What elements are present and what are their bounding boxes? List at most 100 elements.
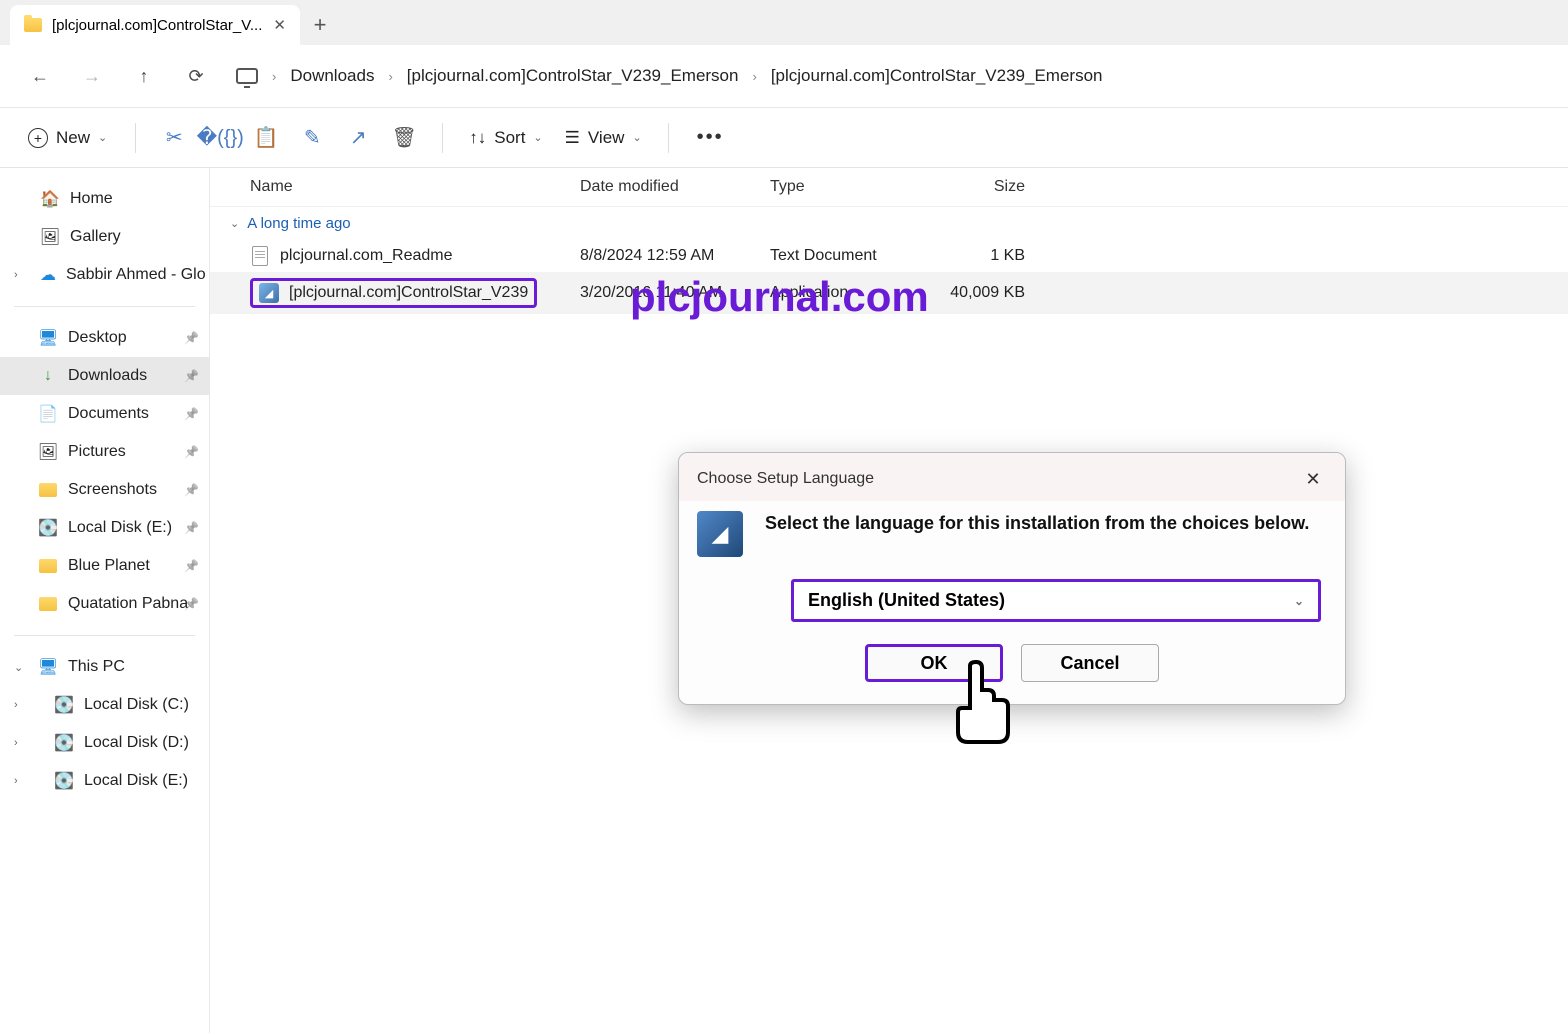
sidebar-item-label: Pictures <box>68 443 126 461</box>
sidebar-item-label: Local Disk (C:) <box>84 696 189 714</box>
close-icon[interactable]: ✕ <box>273 16 286 34</box>
dialog-message: Select the language for this installatio… <box>765 511 1309 535</box>
divider <box>14 635 195 636</box>
file-row-readme[interactable]: plcjournal.com_Readme 8/8/2024 12:59 AM … <box>210 240 1568 272</box>
sidebar-item-label: Local Disk (D:) <box>84 734 189 752</box>
sidebar-item-blue-planet[interactable]: Blue Planet <box>0 547 209 585</box>
back-button[interactable]: ← <box>18 54 62 98</box>
sidebar-item-downloads[interactable]: ↓Downloads <box>0 357 209 395</box>
chevron-right-icon: › <box>272 69 276 84</box>
refresh-button[interactable]: ⟳ <box>174 54 218 98</box>
chevron-right-icon[interactable]: › <box>14 699 18 711</box>
paste-button[interactable]: 📋 <box>244 116 288 160</box>
chevron-down-icon: ⌄ <box>98 131 107 144</box>
file-type: Text Document <box>770 247 925 265</box>
column-date[interactable]: Date modified <box>580 178 770 196</box>
action-toolbar: + New ⌄ ✂ �({}) 📋 ✎ ↗ 🗑 ↑↓ Sort ⌄ ☰ View… <box>0 108 1568 168</box>
breadcrumb-item[interactable]: [plcjournal.com]ControlStar_V239_Emerson <box>771 66 1103 86</box>
tab-bar: [plcjournal.com]ControlStar_V... ✕ + <box>0 0 1568 45</box>
file-date: 8/8/2024 12:59 AM <box>580 247 770 265</box>
chevron-down-icon: ⌄ <box>230 217 239 230</box>
sidebar-item-local-disk-e[interactable]: 💽Local Disk (E:) <box>0 509 209 547</box>
downloads-icon: ↓ <box>38 366 58 386</box>
view-icon: ☰ <box>565 128 580 148</box>
sidebar-item-documents[interactable]: 📄Documents <box>0 395 209 433</box>
view-label: View <box>588 128 625 148</box>
view-button[interactable]: ☰ View ⌄ <box>555 122 652 154</box>
sidebar-item-drive-c[interactable]: › 💽 Local Disk (C:) <box>0 686 209 724</box>
disk-icon: 💽 <box>54 771 74 791</box>
sidebar-item-onedrive[interactable]: ›☁Sabbir Ahmed - Glo <box>0 256 209 294</box>
rename-button[interactable]: ✎ <box>290 116 334 160</box>
chevron-right-icon[interactable]: › <box>14 269 18 281</box>
sidebar-item-desktop[interactable]: 🖥Desktop <box>0 319 209 357</box>
gallery-icon: 🖼 <box>40 227 60 247</box>
column-type[interactable]: Type <box>770 178 925 196</box>
setup-language-dialog: Choose Setup Language ✕ ◢ Select the lan… <box>678 452 1346 705</box>
sidebar: 🏠Home 🖼Gallery ›☁Sabbir Ahmed - Glo 🖥Des… <box>0 168 210 1033</box>
delete-button[interactable]: 🗑 <box>382 116 426 160</box>
share-button[interactable]: ↗ <box>336 116 380 160</box>
onedrive-icon: ☁ <box>40 265 56 285</box>
this-pc-icon[interactable] <box>236 68 258 84</box>
installer-icon: ◢ <box>697 511 743 557</box>
more-button[interactable]: ••• <box>685 120 736 155</box>
forward-button[interactable]: → <box>70 54 114 98</box>
group-label: A long time ago <box>247 215 350 232</box>
sort-button[interactable]: ↑↓ Sort ⌄ <box>459 122 552 154</box>
new-tab-button[interactable]: + <box>300 5 340 45</box>
file-row-controlstar[interactable]: ◢ [plcjournal.com]ControlStar_V239 3/20/… <box>210 272 1568 314</box>
new-button[interactable]: + New ⌄ <box>16 122 119 154</box>
sort-icon: ↑↓ <box>469 128 486 148</box>
disk-icon: 💽 <box>38 518 58 538</box>
copy-button[interactable]: �({}) <box>198 116 242 160</box>
sidebar-item-screenshots[interactable]: Screenshots <box>0 471 209 509</box>
window-tab[interactable]: [plcjournal.com]ControlStar_V... ✕ <box>10 5 300 45</box>
chevron-right-icon[interactable]: › <box>14 737 18 749</box>
pictures-icon: 🖼 <box>38 442 58 462</box>
column-size[interactable]: Size <box>925 178 1025 196</box>
close-button[interactable]: ✕ <box>1299 465 1327 493</box>
ok-label: OK <box>921 653 948 674</box>
sidebar-item-label: Home <box>70 190 113 208</box>
sidebar-item-drive-e[interactable]: › 💽 Local Disk (E:) <box>0 762 209 800</box>
breadcrumb-item[interactable]: [plcjournal.com]ControlStar_V239_Emerson <box>407 66 739 86</box>
chevron-down-icon[interactable]: ⌄ <box>14 661 23 674</box>
application-icon: ◢ <box>259 283 279 303</box>
new-label: New <box>56 128 90 148</box>
folder-icon <box>38 594 58 614</box>
file-name: plcjournal.com_Readme <box>280 247 453 265</box>
dialog-title: Choose Setup Language <box>697 470 874 488</box>
chevron-down-icon: ⌄ <box>632 131 641 144</box>
disk-icon: 💽 <box>54 695 74 715</box>
plus-icon: + <box>28 128 48 148</box>
cancel-button[interactable]: Cancel <box>1021 644 1159 682</box>
language-dropdown[interactable]: English (United States) ⌄ <box>791 579 1321 622</box>
breadcrumb-item[interactable]: Downloads <box>290 66 374 86</box>
column-name[interactable]: Name <box>250 178 580 196</box>
sidebar-item-gallery[interactable]: 🖼Gallery <box>0 218 209 256</box>
chevron-right-icon[interactable]: › <box>14 775 18 787</box>
sidebar-item-drive-d[interactable]: › 💽 Local Disk (D:) <box>0 724 209 762</box>
ok-button[interactable]: OK <box>865 644 1003 682</box>
folder-icon <box>38 556 58 576</box>
group-header[interactable]: ⌄ A long time ago <box>210 207 1568 240</box>
sidebar-item-pictures[interactable]: 🖼 Pictures <box>0 433 209 471</box>
cut-button[interactable]: ✂ <box>152 116 196 160</box>
disk-icon: 💽 <box>54 733 74 753</box>
sidebar-item-label: This PC <box>68 658 125 676</box>
file-name: [plcjournal.com]ControlStar_V239 <box>289 284 528 302</box>
cancel-label: Cancel <box>1060 653 1119 674</box>
highlighted-file: ◢ [plcjournal.com]ControlStar_V239 <box>250 278 537 308</box>
sidebar-item-this-pc[interactable]: ⌄🖥This PC <box>0 648 209 686</box>
chevron-down-icon: ⌄ <box>1294 594 1304 608</box>
sidebar-item-label: Local Disk (E:) <box>84 772 188 790</box>
sort-label: Sort <box>494 128 525 148</box>
sidebar-item-quatation[interactable]: Quatation Pabna <box>0 585 209 623</box>
chevron-down-icon: ⌄ <box>533 131 542 144</box>
tab-title: [plcjournal.com]ControlStar_V... <box>52 17 262 34</box>
navigation-bar: ← → ↑ ⟳ › Downloads › [plcjournal.com]Co… <box>0 45 1568 108</box>
file-date: 3/20/2016 11:40 AM <box>580 284 770 302</box>
sidebar-item-home[interactable]: 🏠Home <box>0 180 209 218</box>
up-button[interactable]: ↑ <box>122 54 166 98</box>
